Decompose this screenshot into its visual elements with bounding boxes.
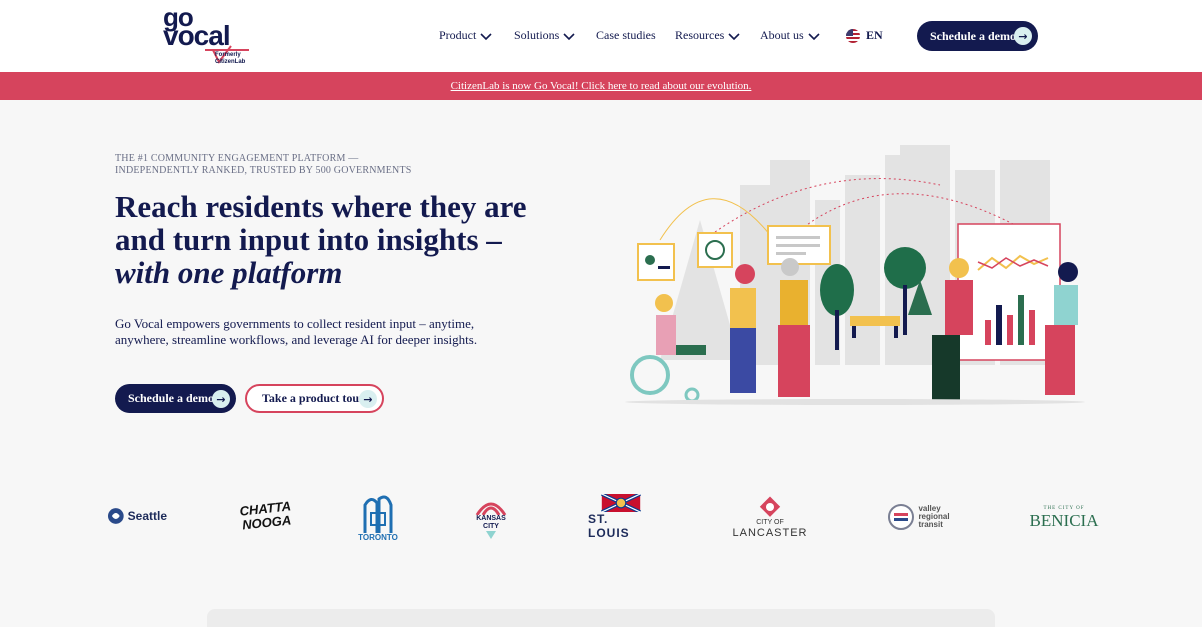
product-tour-button[interactable]: Take a product tour → — [245, 384, 384, 413]
kansas-city-logo: KANSAS CITY — [470, 496, 512, 542]
nav-label: Case studies — [596, 28, 656, 42]
kansas-city-drop-icon — [486, 531, 496, 539]
chevron-down-icon — [563, 32, 575, 40]
headline-emphasis: with one platform — [115, 255, 343, 290]
toronto-logo: TORONTO — [356, 492, 400, 544]
hero-eyebrow: THE #1 COMMUNITY ENGAGEMENT PLATFORM — I… — [115, 153, 412, 176]
valley-text-line3: transit — [918, 520, 943, 529]
analytics-board — [957, 223, 1061, 361]
hero-illustration — [625, 145, 1085, 405]
nav-item-resources[interactable]: Resources — [675, 28, 740, 43]
kansas-city-fountain-icon — [475, 502, 507, 515]
valley-regional-transit-logo: valley regional transit — [886, 502, 952, 532]
site-header: go vocal Formerly CitizenLab Product Sol… — [0, 0, 1202, 72]
announcement-banner: CitizenLab is now Go Vocal! Click here t… — [0, 72, 1202, 100]
arrow-right-icon: → — [212, 390, 230, 408]
header-schedule-demo-button[interactable]: Schedule a demo → — [917, 21, 1038, 51]
chevron-down-icon — [480, 32, 492, 40]
button-label: Schedule a demo — [128, 391, 215, 405]
hero-headline: Reach residents where they are and turn … — [115, 190, 545, 289]
chattanooga-logo: CHATTA NOOGA — [239, 496, 292, 536]
benicia-text-line2: BENICIA — [1029, 510, 1099, 530]
button-label: Take a product tour — [262, 391, 365, 405]
toronto-city-hall-icon — [363, 495, 393, 533]
st-louis-logo: ST. LOUIS — [588, 494, 654, 540]
hero-schedule-demo-button[interactable]: Schedule a demo → — [115, 384, 236, 413]
nav-label: Resources — [675, 28, 725, 42]
banner-link[interactable]: CitizenLab is now Go Vocal! Click here t… — [451, 80, 752, 92]
client-logos-row: Seattle CHATTA NOOGA TORONTO KANSAS CITY — [0, 488, 1202, 548]
nav-label: About us — [760, 28, 804, 42]
nav-item-case-studies[interactable]: Case studies — [596, 28, 656, 43]
nav-item-about-us[interactable]: About us — [760, 28, 820, 43]
kansas-city-text-line2: CITY — [483, 523, 499, 530]
nav-label: Product — [439, 28, 477, 42]
headline-plain: Reach residents where they are and turn … — [115, 189, 527, 257]
hero-subcopy: Go Vocal empowers governments to collect… — [115, 316, 478, 347]
button-label: Schedule a demo — [930, 28, 1017, 43]
kansas-city-text-line1: KANSAS — [476, 515, 506, 522]
valley-transit-emblem-icon — [888, 504, 915, 530]
language-label: EN — [866, 28, 883, 42]
benicia-logo: THE CITY OF BENICIA — [1029, 504, 1099, 530]
nav-item-solutions[interactable]: Solutions — [514, 28, 575, 43]
content-card-top-edge — [207, 609, 995, 627]
st-louis-text: ST. LOUIS — [588, 512, 630, 540]
page: go vocal Formerly CitizenLab Product Sol… — [0, 0, 1202, 627]
nav-label: Solutions — [514, 28, 560, 42]
speech-bubble-left — [637, 243, 675, 281]
thumbs-up-bubble — [697, 232, 733, 268]
lancaster-rose-icon — [759, 496, 781, 517]
arrow-right-icon: → — [1014, 27, 1032, 45]
seattle-logo: Seattle — [107, 506, 167, 526]
seattle-emblem-icon — [107, 508, 124, 524]
us-flag-icon — [846, 28, 860, 43]
lancaster-text-line1: CITY OF — [756, 518, 784, 526]
comment-bubble — [767, 225, 831, 265]
chevron-down-icon — [728, 32, 740, 40]
language-selector[interactable]: EN — [846, 28, 883, 43]
arrow-right-icon: → — [359, 390, 377, 408]
valley-transit-text: valley regional transit — [918, 505, 949, 529]
toronto-text: TORONTO — [358, 532, 398, 542]
seattle-text: Seattle — [127, 509, 167, 523]
main-nav: Product Solutions Case studies Resources… — [0, 0, 1202, 72]
lancaster-text-line2: LANCASTER — [732, 526, 808, 539]
lancaster-logo: CITY OF LANCASTER — [728, 494, 812, 540]
chevron-down-icon — [808, 32, 820, 40]
st-louis-flag-icon — [601, 494, 641, 512]
chattanooga-text-line2: NOOGA — [241, 512, 292, 533]
nav-item-product[interactable]: Product — [439, 28, 492, 43]
